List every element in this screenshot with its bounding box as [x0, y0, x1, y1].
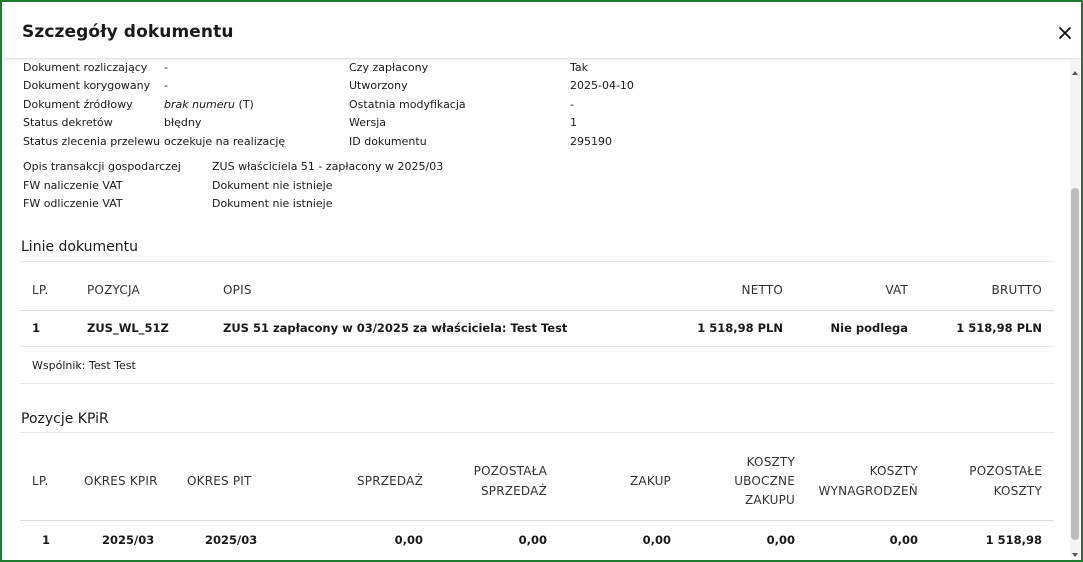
- chevron-down-icon[interactable]: [1071, 544, 1079, 557]
- label-dokument-zrodlowy: Dokument źródłowy: [23, 98, 133, 111]
- label-czy-zaplacony: Czy zapłacony: [349, 61, 429, 74]
- column-header-opis: OPIS: [223, 283, 252, 297]
- dialog-header: Szczegóły dokumentu: [4, 4, 1081, 59]
- value-status-dekretow: błędny: [164, 116, 202, 129]
- value-fw-odliczenie-vat[interactable]: Dokument nie istnieje: [212, 197, 332, 210]
- label-dokument-korygowany: Dokument korygowany: [23, 79, 151, 92]
- column-header-pozostale-koszty-line2: KOSZTY: [993, 484, 1042, 498]
- section-title-kpir: Pozycje KPiR: [21, 411, 109, 427]
- value-utworzony: 2025-04-10: [570, 79, 634, 92]
- divider: [20, 520, 1054, 521]
- value-opis-transakcji: ZUS właściciela 51 - zapłacony w 2025/03: [212, 160, 444, 173]
- column-header-sprzedaz: SPRZEDAŻ: [356, 474, 423, 488]
- column-header-okres-kpir: OKRES KPIR: [84, 474, 158, 488]
- divider: [20, 383, 1054, 384]
- column-header-koszty-uboczne-line3: ZAKUPU: [745, 493, 795, 507]
- label-fw-naliczenie-vat: FW naliczenie VAT: [23, 179, 123, 192]
- lines-row-brutto: 1 518,98 PLN: [956, 321, 1042, 335]
- column-header-lp: LP.: [32, 474, 49, 488]
- column-header-koszty-uboczne-line1: KOSZTY: [746, 455, 795, 469]
- column-header-lp: LP.: [32, 283, 49, 297]
- value-czy-zaplacony: Tak: [570, 61, 589, 74]
- kpir-row-lp: 1: [42, 533, 51, 547]
- value-dokument-korygowany: -: [164, 79, 168, 92]
- label-ostatnia-modyfikacja: Ostatnia modyfikacja: [349, 98, 466, 111]
- value-id-dokumentu: 295190: [570, 135, 612, 148]
- label-id-dokumentu: ID dokumentu: [349, 135, 427, 148]
- column-header-zakup: ZAKUP: [630, 474, 671, 488]
- label-status-zlecenia-przelewu: Status zlecenia przelewu: [23, 135, 161, 148]
- section-title-linie: Linie dokumentu: [21, 239, 139, 255]
- value-dokument-zrodlowy-number: brak numeru: [164, 98, 236, 111]
- column-header-koszty-wynagrodzen-line1: KOSZTY: [869, 464, 918, 478]
- column-header-koszty-uboczne-line2: UBOCZNE: [734, 474, 795, 488]
- value-ostatnia-modyfikacja: -: [570, 98, 574, 111]
- column-header-pozostala-sprzedaz-line1: POZOSTAŁA: [473, 464, 547, 478]
- value-dokument-zrodlowy-suffix: (T): [235, 98, 254, 111]
- lines-row-lp: 1: [32, 321, 41, 335]
- divider: [20, 310, 1054, 311]
- value-dokument-zrodlowy[interactable]: brak numeru (T): [164, 98, 254, 111]
- column-header-netto: NETTO: [741, 283, 783, 297]
- label-status-dekretow: Status dekretów: [23, 116, 113, 129]
- kpir-row-sprzedaz: 0,00: [394, 533, 423, 547]
- column-header-pozostale-koszty-line1: POZOSTAŁE: [969, 464, 1042, 478]
- dialog-content: Dokument rozliczający - Dokument korygow…: [4, 59, 1070, 559]
- column-header-koszty-wynagrodzen-line2: WYNAGRODZEŃ: [818, 484, 918, 498]
- partner-note: Wspólnik: Test Test: [32, 359, 136, 372]
- kpir-row-okres-pit: 2025/03: [205, 533, 258, 547]
- kpir-row-koszty-wynagrodzen: 0,00: [889, 533, 918, 547]
- column-header-brutto: BRUTTO: [991, 283, 1042, 297]
- column-header-vat: VAT: [885, 283, 908, 297]
- kpir-row-okres-kpir: 2025/03: [102, 533, 155, 547]
- dialog-title: Szczegóły dokumentu: [22, 22, 234, 42]
- value-wersja: 1: [570, 116, 577, 129]
- kpir-row-pozostala-sprzedaz: 0,00: [518, 533, 547, 547]
- kpir-row-koszty-uboczne: 0,00: [766, 533, 795, 547]
- divider: [20, 346, 1054, 347]
- value-fw-naliczenie-vat[interactable]: Dokument nie istnieje: [212, 179, 332, 192]
- chevron-up-icon[interactable]: [1071, 62, 1079, 75]
- divider: [20, 432, 1054, 433]
- kpir-row-pozostale-koszty: 1 518,98: [985, 533, 1042, 547]
- value-status-zlecenia-przelewu: oczekuje na realizację: [164, 135, 286, 148]
- label-fw-odliczenie-vat: FW odliczenie VAT: [23, 197, 123, 210]
- column-header-okres-pit: OKRES PIT: [187, 474, 252, 488]
- close-icon[interactable]: [1056, 24, 1074, 42]
- lines-row-opis: ZUS 51 zapłacony w 03/2025 za właściciel…: [223, 321, 568, 335]
- label-utworzony: Utworzony: [349, 79, 408, 92]
- label-opis-transakcji: Opis transakcji gospodarczej: [23, 160, 181, 173]
- lines-row-vat: Nie podlega: [830, 321, 908, 335]
- column-header-pozycja: POZYCJA: [87, 283, 140, 297]
- document-details-dialog: Szczegóły dokumentu Dokument rozliczając…: [0, 0, 1083, 562]
- label-wersja: Wersja: [349, 116, 387, 129]
- lines-row-pozycja: ZUS_WL_51Z: [87, 321, 169, 335]
- scrollbar-thumb[interactable]: [1071, 188, 1079, 540]
- column-header-pozostala-sprzedaz-line2: SPRZEDAŻ: [480, 484, 547, 498]
- kpir-row-zakup: 0,00: [642, 533, 671, 547]
- value-dokument-rozliczajacy: -: [164, 61, 168, 74]
- lines-row-netto: 1 518,98 PLN: [697, 321, 783, 335]
- divider: [20, 261, 1054, 262]
- label-dokument-rozliczajacy: Dokument rozliczający: [23, 61, 148, 74]
